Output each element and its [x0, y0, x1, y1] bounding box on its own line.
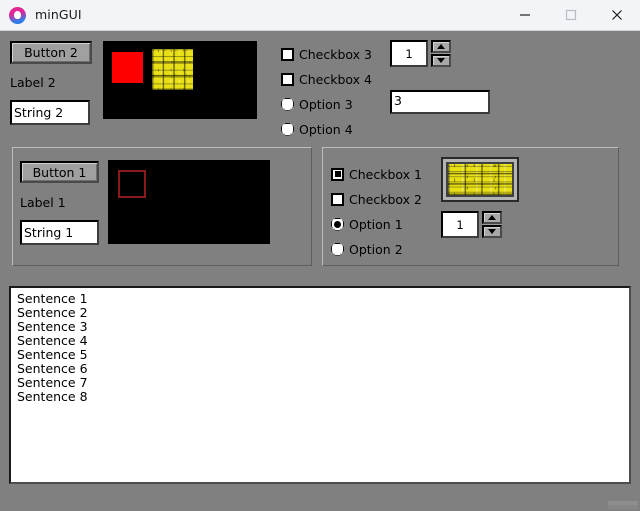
textarea-line: Sentence 7 — [17, 375, 88, 390]
maximize-button[interactable] — [548, 0, 594, 30]
triangle-up-icon — [437, 44, 445, 49]
button-2[interactable]: Button 2 — [10, 41, 92, 64]
close-button[interactable] — [594, 0, 640, 30]
close-icon — [612, 10, 622, 20]
window-title: minGUI — [35, 7, 82, 22]
image-canvas-2[interactable] — [103, 41, 257, 119]
textarea-line: Sentence 5 — [17, 347, 88, 362]
image-canvas-1[interactable] — [108, 160, 270, 244]
red-filled-square — [112, 52, 143, 83]
textarea-line: Sentence 2 — [17, 305, 88, 320]
checkbox-4-label: Checkbox 4 — [299, 71, 372, 87]
textarea-line: Sentence 6 — [17, 361, 88, 376]
radio-option-1-circle — [331, 217, 344, 231]
triangle-down-icon — [437, 58, 445, 63]
spinbox-group-value[interactable]: 1 — [441, 211, 479, 238]
radio-option-2-label: Option 2 — [349, 241, 403, 257]
textarea-line: Sentence 8 — [17, 389, 88, 404]
spinbox-group-down-button[interactable] — [482, 225, 502, 238]
radio-option-4-label: Option 4 — [299, 121, 353, 137]
radio-option-1[interactable]: Option 1 — [331, 216, 403, 232]
checkbox-2-label: Checkbox 2 — [349, 191, 422, 207]
red-outline-square — [118, 170, 146, 198]
brick-texture-image — [448, 164, 512, 195]
radio-option-2-circle — [331, 242, 344, 256]
checkbox-3-box — [281, 47, 294, 61]
radio-option-2[interactable]: Option 2 — [331, 241, 403, 257]
minimize-icon — [520, 14, 530, 16]
radio-option-4[interactable]: Option 4 — [281, 121, 353, 137]
radio-option-4-circle — [281, 122, 294, 136]
string-entry-2[interactable]: String 2 — [10, 100, 90, 125]
triangle-down-icon — [488, 229, 496, 234]
radio-option-3[interactable]: Option 3 — [281, 96, 353, 112]
textarea-line: Sentence 4 — [17, 333, 88, 348]
spinbox-group[interactable]: 1 — [441, 211, 502, 238]
checkbox-4[interactable]: Checkbox 4 — [281, 71, 372, 87]
checkbox-4-box — [281, 72, 294, 86]
spinbox-top-up-button[interactable] — [431, 40, 451, 53]
app-circle-icon — [9, 7, 26, 24]
textarea-line: Sentence 1 — [17, 291, 88, 306]
brick-texture-thumbnail[interactable] — [441, 157, 519, 202]
checkbox-3-label: Checkbox 3 — [299, 46, 372, 62]
radio-option-3-label: Option 3 — [299, 96, 353, 112]
checkbox-1[interactable]: Checkbox 1 — [331, 166, 422, 182]
checkbox-2[interactable]: Checkbox 2 — [331, 191, 422, 207]
brick-texture-sprite — [152, 49, 193, 90]
radio-option-1-label: Option 1 — [349, 216, 403, 232]
spinbox-top-down-button[interactable] — [431, 54, 451, 67]
spinbox-group-up-button[interactable] — [482, 211, 502, 224]
triangle-up-icon — [488, 215, 496, 220]
textarea-line: Sentence 3 — [17, 319, 88, 334]
minimize-button[interactable] — [502, 0, 548, 30]
radio-option-3-circle — [281, 97, 294, 111]
maximize-icon — [565, 9, 577, 21]
label-2: Label 2 — [10, 75, 56, 90]
label-1: Label 1 — [20, 195, 66, 210]
application-window: minGUI Button 2 Label 2 String 2 Checkbo… — [0, 0, 640, 511]
checkbox-2-box — [331, 192, 344, 206]
resize-grip[interactable] — [608, 501, 638, 509]
button-1[interactable]: Button 1 — [20, 161, 99, 183]
checkbox-1-label: Checkbox 1 — [349, 166, 422, 182]
checkbox-1-box — [331, 167, 344, 181]
sentences-textarea[interactable]: Sentence 1 Sentence 2 Sentence 3 Sentenc… — [9, 286, 631, 484]
spinbox-top-value[interactable]: 1 — [390, 40, 428, 67]
title-bar: minGUI — [0, 0, 640, 31]
number-entry-3[interactable]: 3 — [390, 90, 490, 114]
checkbox-3[interactable]: Checkbox 3 — [281, 46, 372, 62]
spinbox-top[interactable]: 1 — [390, 40, 451, 67]
string-entry-1[interactable]: String 1 — [20, 220, 99, 245]
